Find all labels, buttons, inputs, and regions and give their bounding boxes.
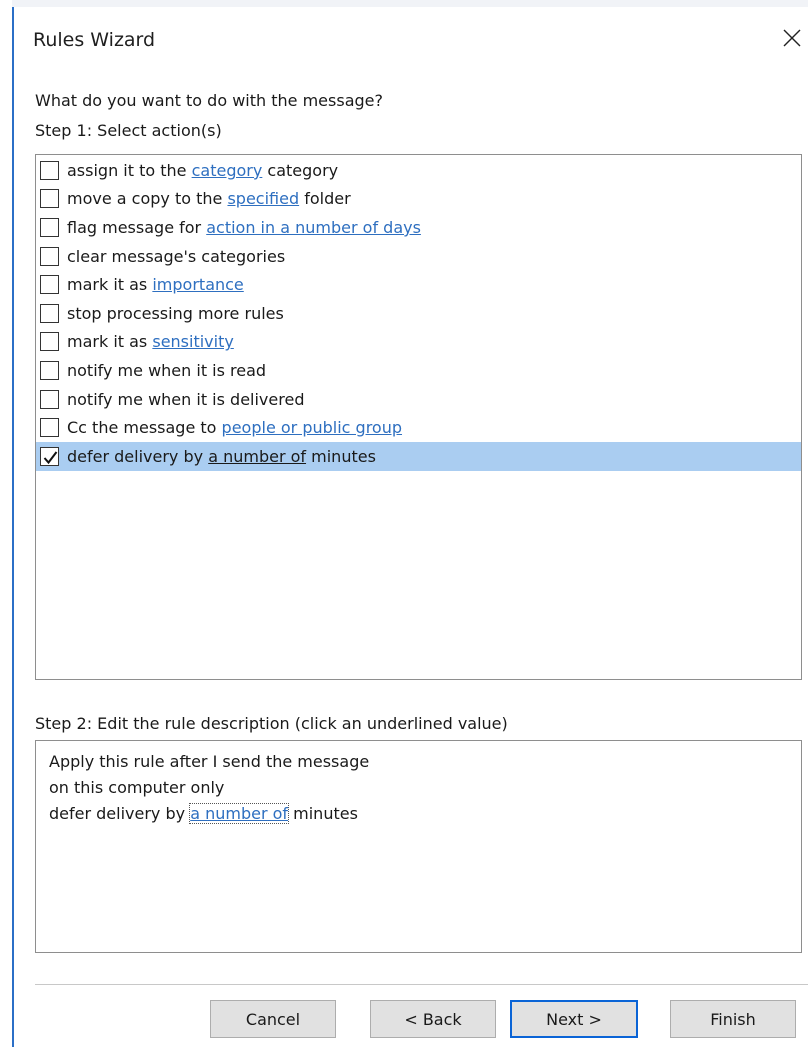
rule-description-text-after: minutes (293, 804, 358, 823)
action-text: flag message for (67, 217, 202, 237)
step2-label: Step 2: Edit the rule description (click… (35, 714, 508, 733)
action-checkbox-checked[interactable] (40, 446, 59, 466)
close-icon (783, 29, 801, 47)
action-flag-message[interactable]: flag message for action in a number of d… (36, 213, 801, 242)
action-text: mark it as (67, 332, 148, 352)
action-checkbox[interactable] (40, 389, 59, 409)
action-checkbox[interactable] (40, 303, 59, 323)
action-link-specified[interactable]: specified (227, 189, 299, 208)
checkmark-icon (43, 451, 58, 464)
action-text-after: category (267, 160, 339, 180)
rule-description-link-number-of[interactable]: a number of (189, 803, 290, 824)
rule-description-line: on this computer only (49, 778, 225, 797)
rule-description-box[interactable]: Apply this rule after I send the message… (35, 740, 802, 953)
rule-description-text: defer delivery by (49, 804, 186, 823)
action-link-category[interactable]: category (192, 161, 263, 180)
action-link-importance[interactable]: importance (152, 275, 243, 294)
action-text: stop processing more rules (67, 303, 284, 323)
action-notify-read[interactable]: notify me when it is read (36, 356, 801, 385)
action-cc-message[interactable]: Cc the message to people or public group (36, 413, 801, 442)
action-notify-delivered[interactable]: notify me when it is delivered (36, 385, 801, 414)
action-defer-delivery[interactable]: defer delivery by a number of minutes (36, 441, 801, 471)
rule-description-line: defer delivery by a number of minutes (49, 802, 801, 828)
wizard-question: What do you want to do with the message? (35, 91, 383, 110)
action-text: clear message's categories (67, 246, 286, 266)
action-text: notify me when it is read (67, 360, 267, 380)
action-text: move a copy to the (67, 189, 223, 209)
back-button[interactable]: < Back (370, 1000, 496, 1038)
button-separator (35, 984, 808, 985)
step1-label: Step 1: Select action(s) (35, 121, 222, 140)
action-checkbox[interactable] (40, 160, 59, 180)
action-text: notify me when it is delivered (67, 389, 305, 409)
action-text: Cc the message to (67, 418, 217, 438)
action-text-after: folder (304, 189, 351, 209)
action-checkbox[interactable] (40, 418, 59, 438)
window-top-strip (0, 0, 808, 7)
action-checkbox[interactable] (40, 246, 59, 266)
cancel-button[interactable]: Cancel (210, 1000, 336, 1038)
action-text: defer delivery by (67, 446, 204, 466)
next-button[interactable]: Next > (510, 1000, 638, 1038)
action-text: mark it as (67, 275, 148, 295)
action-link-people-group[interactable]: people or public group (222, 418, 402, 437)
action-text-after: minutes (311, 446, 376, 466)
close-button[interactable] (774, 20, 808, 54)
background-window-edge (0, 0, 12, 1047)
action-link-flag-days[interactable]: action in a number of days (206, 218, 421, 237)
rule-description-line: Apply this rule after I send the message (49, 752, 370, 771)
action-stop-processing[interactable]: stop processing more rules (36, 299, 801, 328)
action-move-copy[interactable]: move a copy to the specified folder (36, 185, 801, 214)
action-link-number-of[interactable]: a number of (208, 447, 306, 466)
dialog-title: Rules Wizard (33, 29, 156, 51)
action-mark-importance[interactable]: mark it as importance (36, 270, 801, 299)
action-text: assign it to the (67, 160, 187, 180)
finish-button[interactable]: Finish (670, 1000, 796, 1038)
action-clear-categories[interactable]: clear message's categories (36, 242, 801, 271)
action-checkbox[interactable] (40, 332, 59, 352)
action-checkbox[interactable] (40, 275, 59, 295)
action-checkbox[interactable] (40, 189, 59, 209)
rules-wizard-dialog: Rules Wizard What do you want to do with… (14, 7, 808, 1047)
actions-list[interactable]: assign it to the category category move … (35, 154, 802, 680)
action-mark-sensitivity[interactable]: mark it as sensitivity (36, 328, 801, 357)
action-assign-category[interactable]: assign it to the category category (36, 156, 801, 185)
action-checkbox[interactable] (40, 217, 59, 237)
action-checkbox[interactable] (40, 360, 59, 380)
action-link-sensitivity[interactable]: sensitivity (152, 332, 233, 351)
